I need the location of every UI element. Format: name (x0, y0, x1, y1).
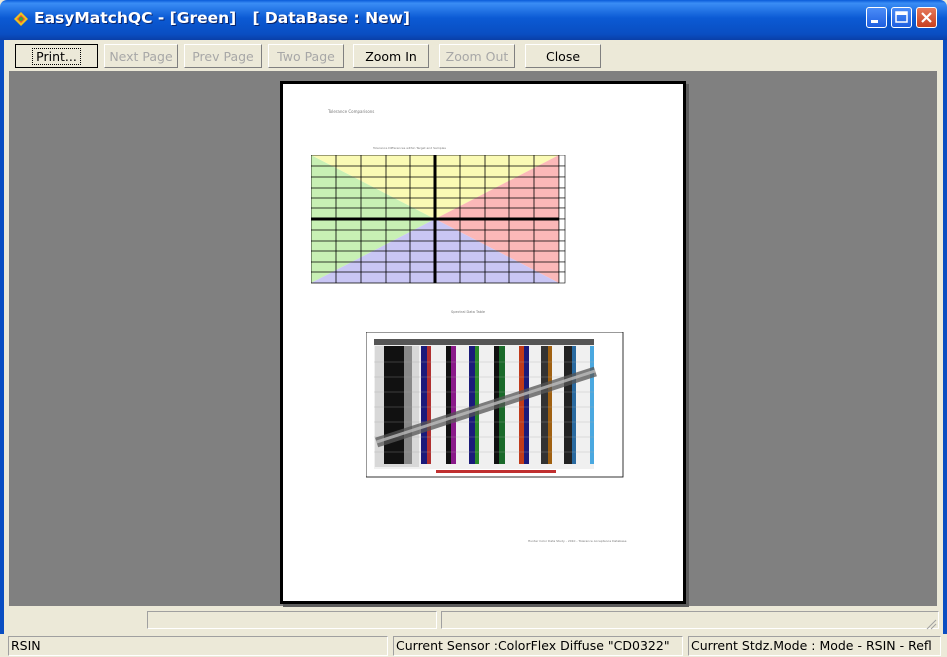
upper-status-pane-2 (441, 611, 939, 629)
preview-page: Tolerance Comparisons Tolerance Differen… (280, 81, 686, 604)
upper-status-pane-1 (147, 611, 437, 629)
zoom-in-button[interactable]: Zoom In (353, 44, 429, 68)
print-button[interactable]: Print... (15, 44, 98, 68)
maximize-icon (895, 11, 908, 23)
lower-status-bar: RSIN Current Sensor :ColorFlex Diffuse "… (0, 634, 947, 657)
page-header-text: Tolerance Comparisons (328, 109, 375, 114)
tolerance-plot (311, 155, 566, 284)
app-window: EasyMatchQC - [Green] [ DataBase : New] … (0, 0, 947, 657)
table-title: Spectral Data Table (451, 310, 486, 314)
maximize-button[interactable] (891, 7, 912, 28)
table-col-sample (384, 346, 412, 464)
window-frame-right (943, 40, 947, 657)
title-bar[interactable]: EasyMatchQC - [Green] [ DataBase : New] (0, 0, 947, 40)
page-footer-text: Hunter Color Data Study - 2010 - Toleran… (528, 539, 627, 543)
minimize-button[interactable] (866, 7, 887, 28)
close-icon (921, 12, 932, 23)
two-page-button[interactable]: Two Page (268, 44, 344, 68)
resize-grip-icon[interactable] (925, 618, 937, 630)
spectral-data-table (366, 332, 624, 478)
zoom-out-button[interactable]: Zoom Out (439, 44, 515, 68)
window-frame-left (0, 40, 4, 657)
minimize-icon (871, 20, 878, 23)
next-page-button[interactable]: Next Page (104, 44, 178, 68)
preview-toolbar: Print... Next Page Prev Page Two Page Zo… (10, 42, 940, 70)
status-stdz-mode: Current Stdz.Mode : Mode - RSIN - Refl (688, 636, 941, 656)
plot-caption: Tolerance Differences within Target and … (373, 146, 446, 150)
close-window-button[interactable] (916, 7, 937, 28)
app-logo-icon (14, 12, 28, 26)
window-title: EasyMatchQC - [Green] [ DataBase : New] (34, 9, 411, 27)
status-sensor: Current Sensor :ColorFlex Diffuse "CD032… (393, 636, 683, 656)
status-mode-short: RSIN (8, 636, 388, 656)
print-button-label: Print... (32, 47, 81, 65)
close-preview-button[interactable]: Close (525, 44, 601, 68)
prev-page-button[interactable]: Prev Page (184, 44, 262, 68)
preview-canvas[interactable]: Tolerance Comparisons Tolerance Differen… (9, 71, 937, 606)
upper-status-bar (9, 607, 939, 633)
